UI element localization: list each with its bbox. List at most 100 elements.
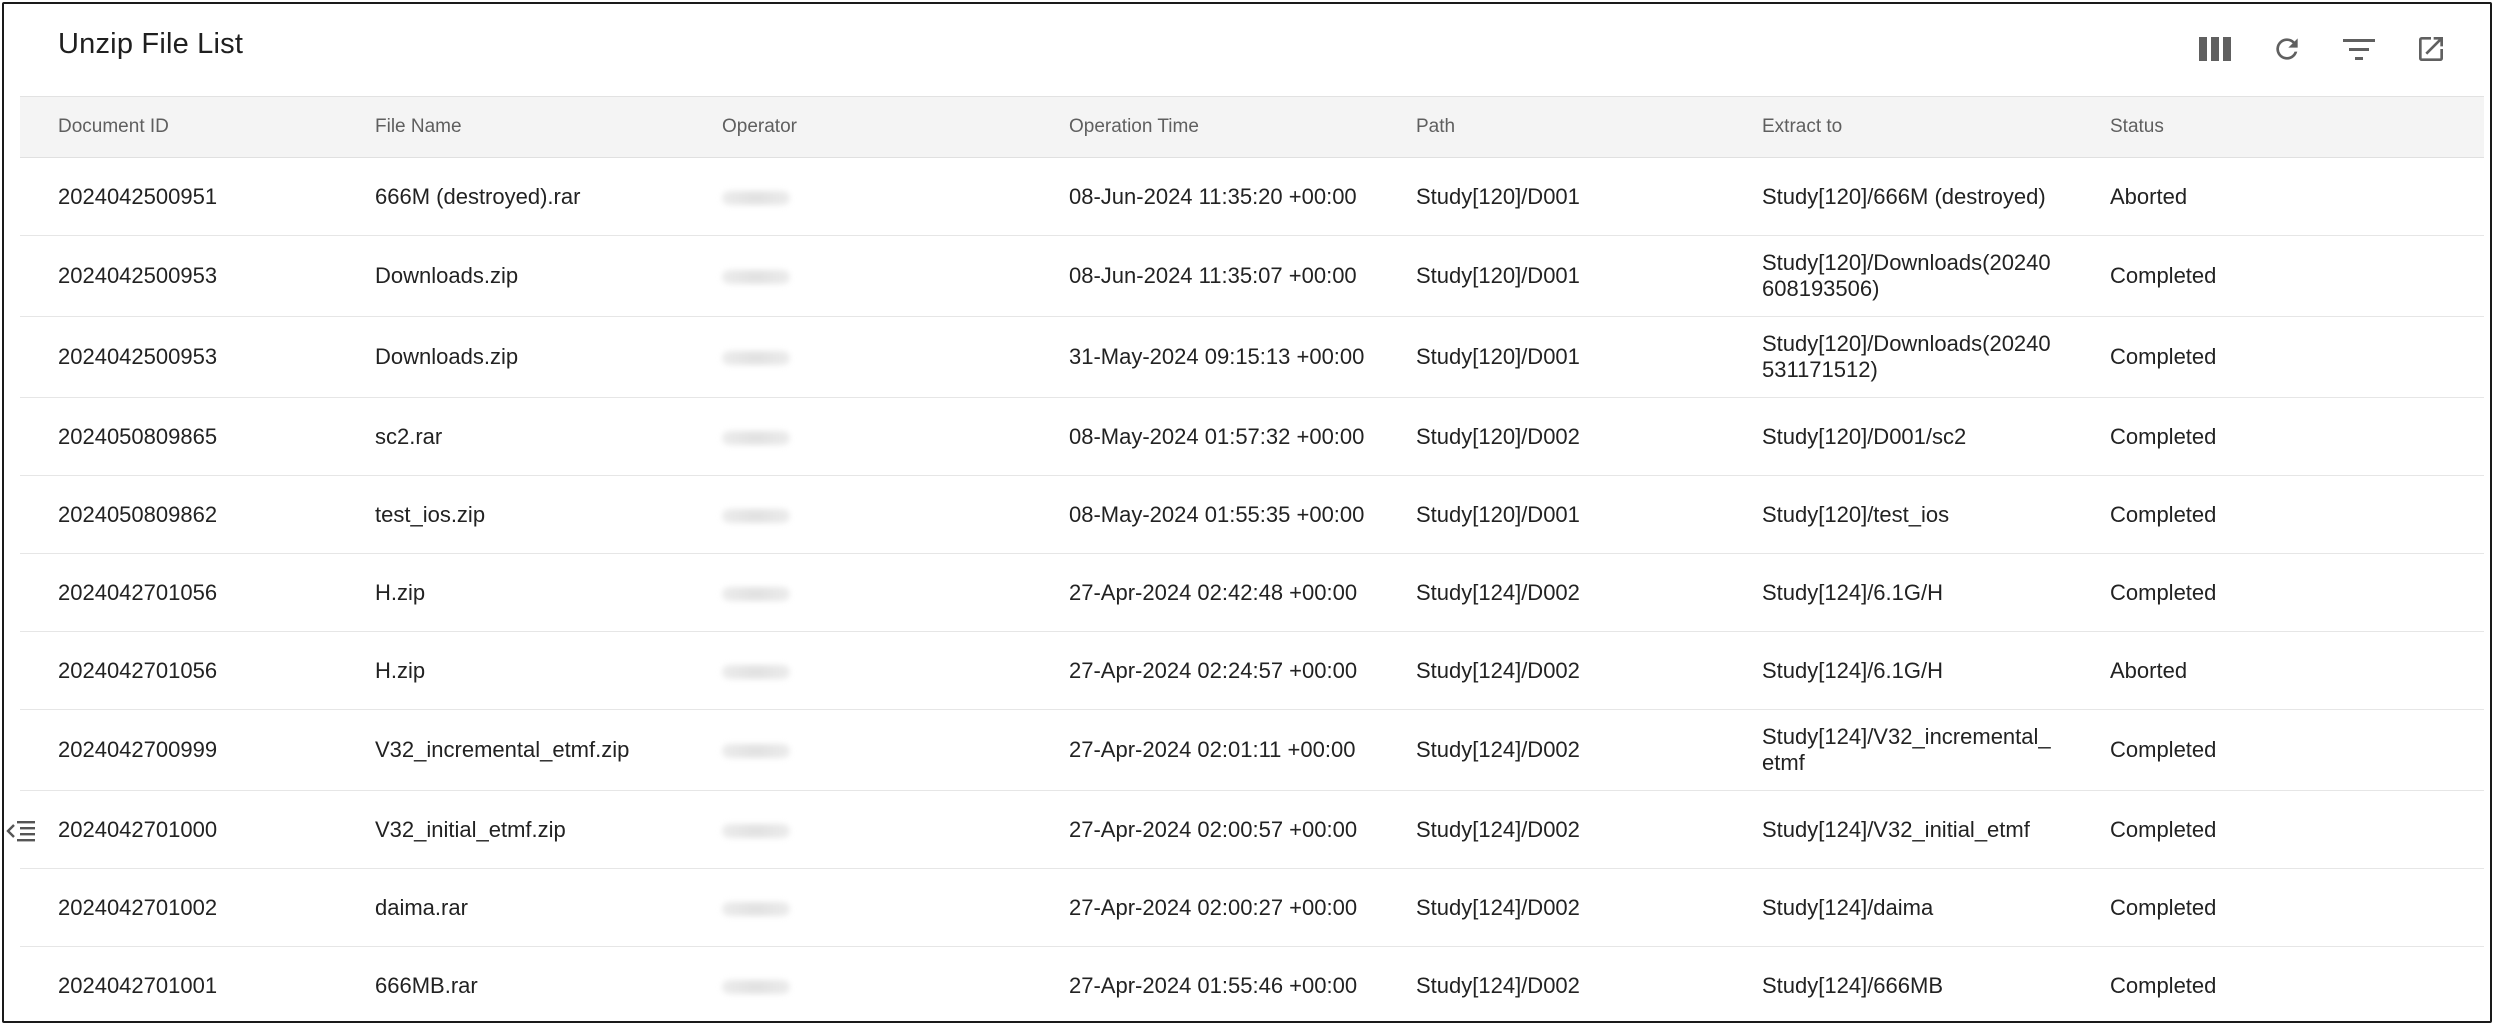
cell-path: Study[120]/D001 <box>1416 475 1762 554</box>
column-header-file-name[interactable]: File Name <box>375 96 722 158</box>
column-header-extract-to[interactable]: Extract to <box>1762 96 2110 158</box>
operator-redacted <box>722 664 790 679</box>
cell-status: Completed <box>2110 553 2484 632</box>
cell-operator <box>722 316 1069 398</box>
table-row[interactable]: 2024042701056 H.zip 27-Apr-2024 02:24:57… <box>20 631 2484 710</box>
table-body: 2024042500951 666M (destroyed).rar 08-Ju… <box>20 157 2484 1021</box>
panel-header: Unzip File List <box>4 4 2490 92</box>
cell-status: Aborted <box>2110 157 2484 236</box>
cell-operator <box>722 631 1069 710</box>
cell-status: Completed <box>2110 868 2484 947</box>
cell-extract-to: Study[124]/V32_initial_etmf <box>1762 790 2110 869</box>
table-row[interactable]: 2024042701002 daima.rar 27-Apr-2024 02:0… <box>20 868 2484 947</box>
cell-file-name: H.zip <box>375 631 722 710</box>
cell-status: Completed <box>2110 709 2484 791</box>
extract-to-text: Study[120]/D001/sc2 <box>1762 423 1967 449</box>
operator-redacted <box>722 586 790 601</box>
cell-status: Aborted <box>2110 631 2484 710</box>
table-header: Document ID File Name Operator Operation… <box>20 96 2484 158</box>
cell-operation-time: 08-May-2024 01:55:35 +00:00 <box>1069 475 1416 554</box>
columns-icon <box>2199 37 2231 61</box>
column-header-path[interactable]: Path <box>1416 96 1762 158</box>
cell-document-id: 2024042701056 <box>20 631 375 710</box>
cell-file-name: 666MB.rar <box>375 946 722 1021</box>
column-header-document-id[interactable]: Document ID <box>20 96 375 158</box>
sidebar-toggle-button[interactable] <box>4 812 38 850</box>
table-row[interactable]: 2024042500951 666M (destroyed).rar 08-Ju… <box>20 157 2484 236</box>
operator-redacted <box>722 270 790 285</box>
cell-extract-to: Study[120]/D001/sc2 <box>1762 397 2110 476</box>
cell-file-name: test_ios.zip <box>375 475 722 554</box>
cell-operation-time: 27-Apr-2024 02:24:57 +00:00 <box>1069 631 1416 710</box>
table-row[interactable]: 2024042701001 666MB.rar 27-Apr-2024 01:5… <box>20 946 2484 1021</box>
cell-path: Study[120]/D001 <box>1416 316 1762 398</box>
extract-to-text: Study[120]/test_ios <box>1762 501 1950 527</box>
refresh-button[interactable] <box>2264 26 2310 72</box>
column-header-status[interactable]: Status <box>2110 96 2484 158</box>
cell-operator <box>722 553 1069 632</box>
cell-document-id: 2024042500953 <box>20 316 375 398</box>
table-row[interactable]: 2024050809862 test_ios.zip 08-May-2024 0… <box>20 475 2484 554</box>
cell-path: Study[120]/D001 <box>1416 157 1762 236</box>
table-row[interactable]: 2024042500953 Downloads.zip 08-Jun-2024 … <box>20 235 2484 317</box>
cell-operation-time: 27-Apr-2024 02:00:27 +00:00 <box>1069 868 1416 947</box>
operator-redacted <box>722 744 790 759</box>
cell-operation-time: 08-Jun-2024 11:35:07 +00:00 <box>1069 235 1416 317</box>
extract-to-text: Study[120]/Downloads(20240608193506) <box>1762 250 2051 301</box>
cell-path: Study[124]/D002 <box>1416 868 1762 947</box>
table-row[interactable]: 2024042500953 Downloads.zip 31-May-2024 … <box>20 316 2484 398</box>
table-row[interactable]: 2024042700999 V32_incremental_etmf.zip 2… <box>20 709 2484 791</box>
operator-redacted <box>722 901 790 916</box>
refresh-icon <box>2276 38 2298 60</box>
extract-to-text: Study[124]/6.1G/H <box>1762 657 1943 683</box>
cell-operation-time: 27-Apr-2024 02:01:11 +00:00 <box>1069 709 1416 791</box>
cell-operation-time: 27-Apr-2024 02:42:48 +00:00 <box>1069 553 1416 632</box>
cell-path: Study[120]/D001 <box>1416 235 1762 317</box>
header-row: Document ID File Name Operator Operation… <box>20 96 2484 158</box>
sidebar-toggle-icon <box>6 821 35 842</box>
table-row[interactable]: 2024042701056 H.zip 27-Apr-2024 02:42:48… <box>20 553 2484 632</box>
cell-status: Completed <box>2110 790 2484 869</box>
table-row[interactable]: 2024050809865 sc2.rar 08-May-2024 01:57:… <box>20 397 2484 476</box>
cell-document-id: 2024050809862 <box>20 475 375 554</box>
cell-extract-to: Study[120]/test_ios <box>1762 475 2110 554</box>
cell-extract-to: Study[124]/6.1G/H <box>1762 631 2110 710</box>
cell-extract-to: Study[120]/666M (destroyed) <box>1762 157 2110 236</box>
cell-file-name: Downloads.zip <box>375 235 722 317</box>
operator-redacted <box>722 430 790 445</box>
extract-to-text: Study[124]/666MB <box>1762 972 1944 998</box>
cell-extract-to: Study[120]/Downloads(20240608193506) <box>1762 235 2110 317</box>
cell-operator <box>722 157 1069 236</box>
cell-path: Study[120]/D002 <box>1416 397 1762 476</box>
cell-status: Completed <box>2110 475 2484 554</box>
filter-button[interactable] <box>2336 26 2382 72</box>
cell-file-name: 666M (destroyed).rar <box>375 157 722 236</box>
cell-document-id: 2024042701002 <box>20 868 375 947</box>
operator-redacted <box>722 190 790 205</box>
cell-status: Completed <box>2110 316 2484 398</box>
operator-redacted <box>722 979 790 994</box>
column-header-operation-time[interactable]: Operation Time <box>1069 96 1416 158</box>
cell-operator <box>722 235 1069 317</box>
cell-status: Completed <box>2110 397 2484 476</box>
cell-document-id: 2024042500953 <box>20 235 375 317</box>
cell-document-id: 2024042700999 <box>20 709 375 791</box>
extract-to-text: Study[120]/666M (destroyed) <box>1762 183 2046 209</box>
cell-operation-time: 31-May-2024 09:15:13 +00:00 <box>1069 316 1416 398</box>
unzip-table-container: Document ID File Name Operator Operation… <box>20 96 2484 1021</box>
extract-to-text: Study[124]/daima <box>1762 894 1934 920</box>
columns-button[interactable] <box>2192 26 2238 72</box>
cell-operator <box>722 709 1069 791</box>
cell-operation-time: 27-Apr-2024 01:55:46 +00:00 <box>1069 946 1416 1021</box>
cell-file-name: V32_incremental_etmf.zip <box>375 709 722 791</box>
table-toolbar <box>2192 26 2454 72</box>
cell-operator <box>722 868 1069 947</box>
column-header-operator[interactable]: Operator <box>722 96 1069 158</box>
table-row[interactable]: 2024042701000 V32_initial_etmf.zip 27-Ap… <box>20 790 2484 869</box>
export-button[interactable] <box>2408 26 2454 72</box>
cell-operation-time: 08-Jun-2024 11:35:20 +00:00 <box>1069 157 1416 236</box>
cell-path: Study[124]/D002 <box>1416 553 1762 632</box>
cell-status: Completed <box>2110 946 2484 1021</box>
cell-operation-time: 27-Apr-2024 02:00:57 +00:00 <box>1069 790 1416 869</box>
cell-document-id: 2024042701001 <box>20 946 375 1021</box>
